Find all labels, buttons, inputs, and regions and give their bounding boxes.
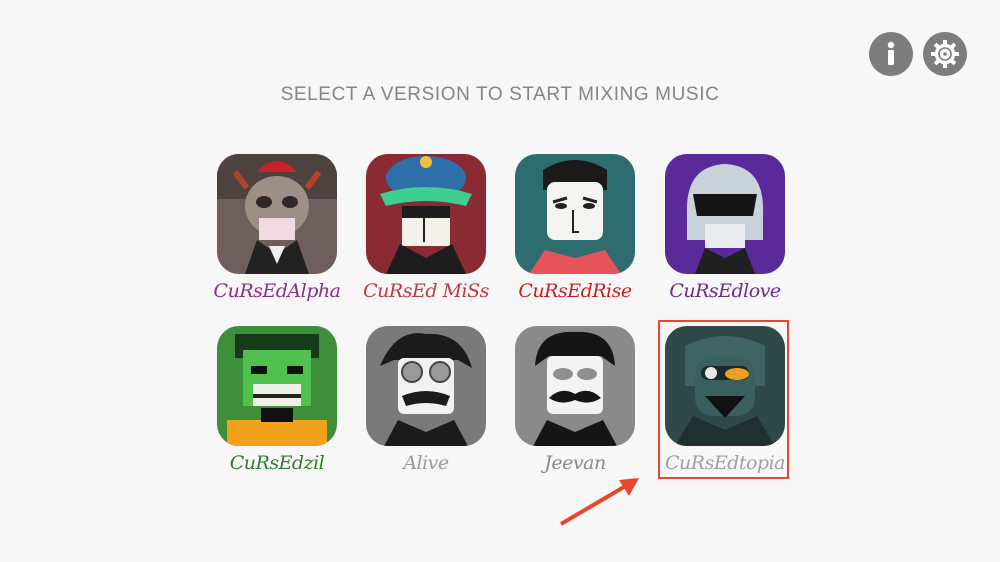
info-icon	[887, 41, 895, 65]
version-art-jeevan	[515, 326, 635, 446]
version-label: Jeevan	[544, 452, 606, 474]
gear-icon	[931, 40, 959, 68]
version-label: CuRsEd MiSs	[363, 280, 489, 302]
version-label: Alive	[403, 452, 449, 474]
version-art-cursedzil	[217, 326, 337, 446]
version-art-cursedalpha	[217, 154, 337, 274]
version-art-alive	[366, 326, 486, 446]
version-tile-jeevan[interactable]: Jeevan	[513, 326, 637, 486]
version-tile-cursedalpha[interactable]: CuRsEdAlpha	[214, 154, 341, 314]
version-tile-cursedrise[interactable]: CuRsEdRise	[513, 154, 637, 314]
info-button[interactable]	[869, 32, 913, 76]
version-label: CuRsEdAlpha	[213, 280, 341, 302]
version-label: CuRsEdlove	[669, 280, 781, 302]
version-tile-cursedtopia[interactable]: CuRsEdtopia	[663, 326, 787, 486]
version-art-cursedlove	[665, 154, 785, 274]
pointer-arrow	[559, 478, 639, 526]
version-art-cursedrise	[515, 154, 635, 274]
version-label: CuRsEdRise	[518, 280, 632, 302]
version-tile-cursedzil[interactable]: CuRsEdzil	[215, 326, 339, 486]
version-label: CuRsEdzil	[229, 452, 325, 474]
version-tile-cursedmiss[interactable]: CuRsEd MiSs	[363, 154, 489, 314]
version-art-cursedtopia	[665, 326, 785, 446]
settings-button[interactable]	[923, 32, 967, 76]
version-art-cursedmiss	[366, 154, 486, 274]
version-label: CuRsEdtopia	[664, 452, 786, 474]
page-title: SELECT A VERSION TO START MIXING MUSIC	[280, 84, 720, 105]
version-tile-alive[interactable]: Alive	[364, 326, 488, 486]
version-tile-cursedlove[interactable]: CuRsEdlove	[663, 154, 787, 314]
